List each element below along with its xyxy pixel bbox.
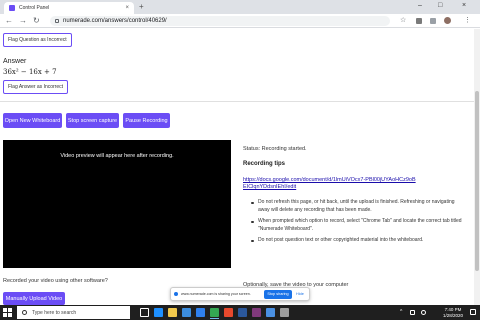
list-item: Do not refresh this page, or hit back, u… xyxy=(250,199,465,214)
tip-text: When prompted which option to record, se… xyxy=(258,218,462,232)
profile-avatar-icon[interactable] xyxy=(444,17,451,24)
url-text: numerade.com/answers/control/40629/ xyxy=(63,18,167,24)
flag-answer-button[interactable]: Flag Answer as Incorrect xyxy=(3,80,69,94)
recording-tips-heading: Recording tips xyxy=(243,161,286,167)
windows-start-icon[interactable] xyxy=(3,308,12,317)
hide-sharing-button[interactable]: Hide xyxy=(296,292,304,296)
recording-tips-list: Do not refresh this page, or hit back, u… xyxy=(250,199,465,249)
recording-status: Status: Recording started. xyxy=(243,146,307,152)
task-view-icon[interactable] xyxy=(140,308,149,317)
word-icon[interactable] xyxy=(238,308,247,317)
search-icon xyxy=(22,310,27,315)
address-bar[interactable]: numerade.com/answers/control/40629/ xyxy=(50,16,390,26)
pause-recording-button[interactable]: Pause Recording xyxy=(123,113,170,128)
manual-upload-button[interactable]: Manually Upload Video xyxy=(3,292,65,305)
sharing-indicator-icon xyxy=(174,292,178,296)
extension-icon[interactable] xyxy=(430,18,436,24)
taskbar-search-placeholder: Type here to search xyxy=(32,309,77,316)
minimize-button[interactable]: – xyxy=(418,1,422,11)
back-button[interactable]: ← xyxy=(5,15,13,27)
chrome-icon[interactable] xyxy=(210,308,219,319)
answer-heading: Answer xyxy=(3,58,27,65)
flag-question-button[interactable]: Flag Question as Incorrect xyxy=(3,33,72,47)
volume-icon[interactable] xyxy=(421,310,426,315)
taskbar-search-input[interactable]: Type here to search xyxy=(17,306,130,319)
scrollbar-thumb[interactable] xyxy=(475,91,479,271)
taskbar-clock[interactable]: 7:40 PM 1/28/2020 xyxy=(438,307,468,318)
page-content: Flag Question as Incorrect Answer 36x² −… xyxy=(0,29,474,305)
section-divider xyxy=(0,101,474,102)
office-icon[interactable] xyxy=(224,308,233,317)
browser-tab-strip: Control Panel × + – □ × xyxy=(0,0,480,14)
new-tab-button[interactable]: + xyxy=(139,2,144,12)
notification-center-icon[interactable] xyxy=(470,309,476,315)
forward-button[interactable]: → xyxy=(19,15,27,27)
page-scrollbar[interactable] xyxy=(474,29,480,305)
onenote-icon[interactable] xyxy=(252,308,261,317)
tab-control-panel[interactable]: Control Panel × xyxy=(4,2,134,14)
start-logo-pane xyxy=(3,308,7,312)
list-item: When prompted which option to record, se… xyxy=(250,218,465,233)
bullet-icon xyxy=(251,220,254,223)
answer-equation: 36x² − 16x + 7 xyxy=(3,68,57,76)
extension-icon[interactable] xyxy=(416,18,422,24)
maximize-button[interactable]: □ xyxy=(438,1,442,11)
bookmark-star-icon[interactable]: ☆ xyxy=(400,15,406,27)
other-software-label: Recorded your video using other software… xyxy=(3,278,108,284)
screen-sharing-bar: www.numerade.com is sharing your screen.… xyxy=(170,287,310,301)
bullet-icon xyxy=(251,239,254,242)
start-logo-pane xyxy=(3,313,7,317)
photos-icon[interactable] xyxy=(266,308,275,317)
clock-date: 1/28/2020 xyxy=(442,312,464,318)
numerade-favicon-icon xyxy=(9,5,15,11)
recording-tips-link[interactable]: https://docs.google.com/document/d/1lmUi… xyxy=(243,177,418,191)
stop-capture-button[interactable]: Stop screen capture xyxy=(66,113,119,128)
tip-text: Do not post question text or other copyr… xyxy=(258,237,424,243)
lock-icon xyxy=(55,19,59,23)
tray-caret-icon[interactable]: ^ xyxy=(400,309,402,315)
video-placeholder-text: Video preview will appear here after rec… xyxy=(60,153,174,159)
reload-button[interactable]: ↻ xyxy=(33,15,40,27)
explorer-icon[interactable] xyxy=(168,308,177,317)
chrome-menu-icon[interactable]: ⋮ xyxy=(464,15,471,27)
taskbar: Type here to search ^ 7:40 PM 1/28/2020 xyxy=(0,305,480,320)
list-item: Do not post question text or other copyr… xyxy=(250,237,465,245)
tab-close-icon[interactable]: × xyxy=(125,5,129,11)
video-preview: Video preview will appear here after rec… xyxy=(3,140,231,268)
sharing-message: www.numerade.com is sharing your screen. xyxy=(181,292,251,296)
mail-icon[interactable] xyxy=(196,308,205,317)
stop-sharing-button[interactable]: Stop sharing xyxy=(264,289,292,299)
tab-title: Control Panel xyxy=(19,5,50,11)
browser-toolbar: ← → ↻ numerade.com/answers/control/40629… xyxy=(0,14,480,28)
edge-icon[interactable] xyxy=(154,308,163,317)
close-window-button[interactable]: × xyxy=(462,1,466,11)
bullet-icon xyxy=(251,201,254,204)
store-icon[interactable] xyxy=(182,308,191,317)
open-whiteboard-button[interactable]: Open New Whiteboard xyxy=(3,113,62,128)
network-icon[interactable] xyxy=(410,310,415,315)
start-logo-pane xyxy=(8,308,12,312)
start-logo-pane xyxy=(8,313,12,317)
tip-text: Do not refresh this page, or hit back, u… xyxy=(258,199,455,213)
app-icon[interactable] xyxy=(280,308,289,317)
